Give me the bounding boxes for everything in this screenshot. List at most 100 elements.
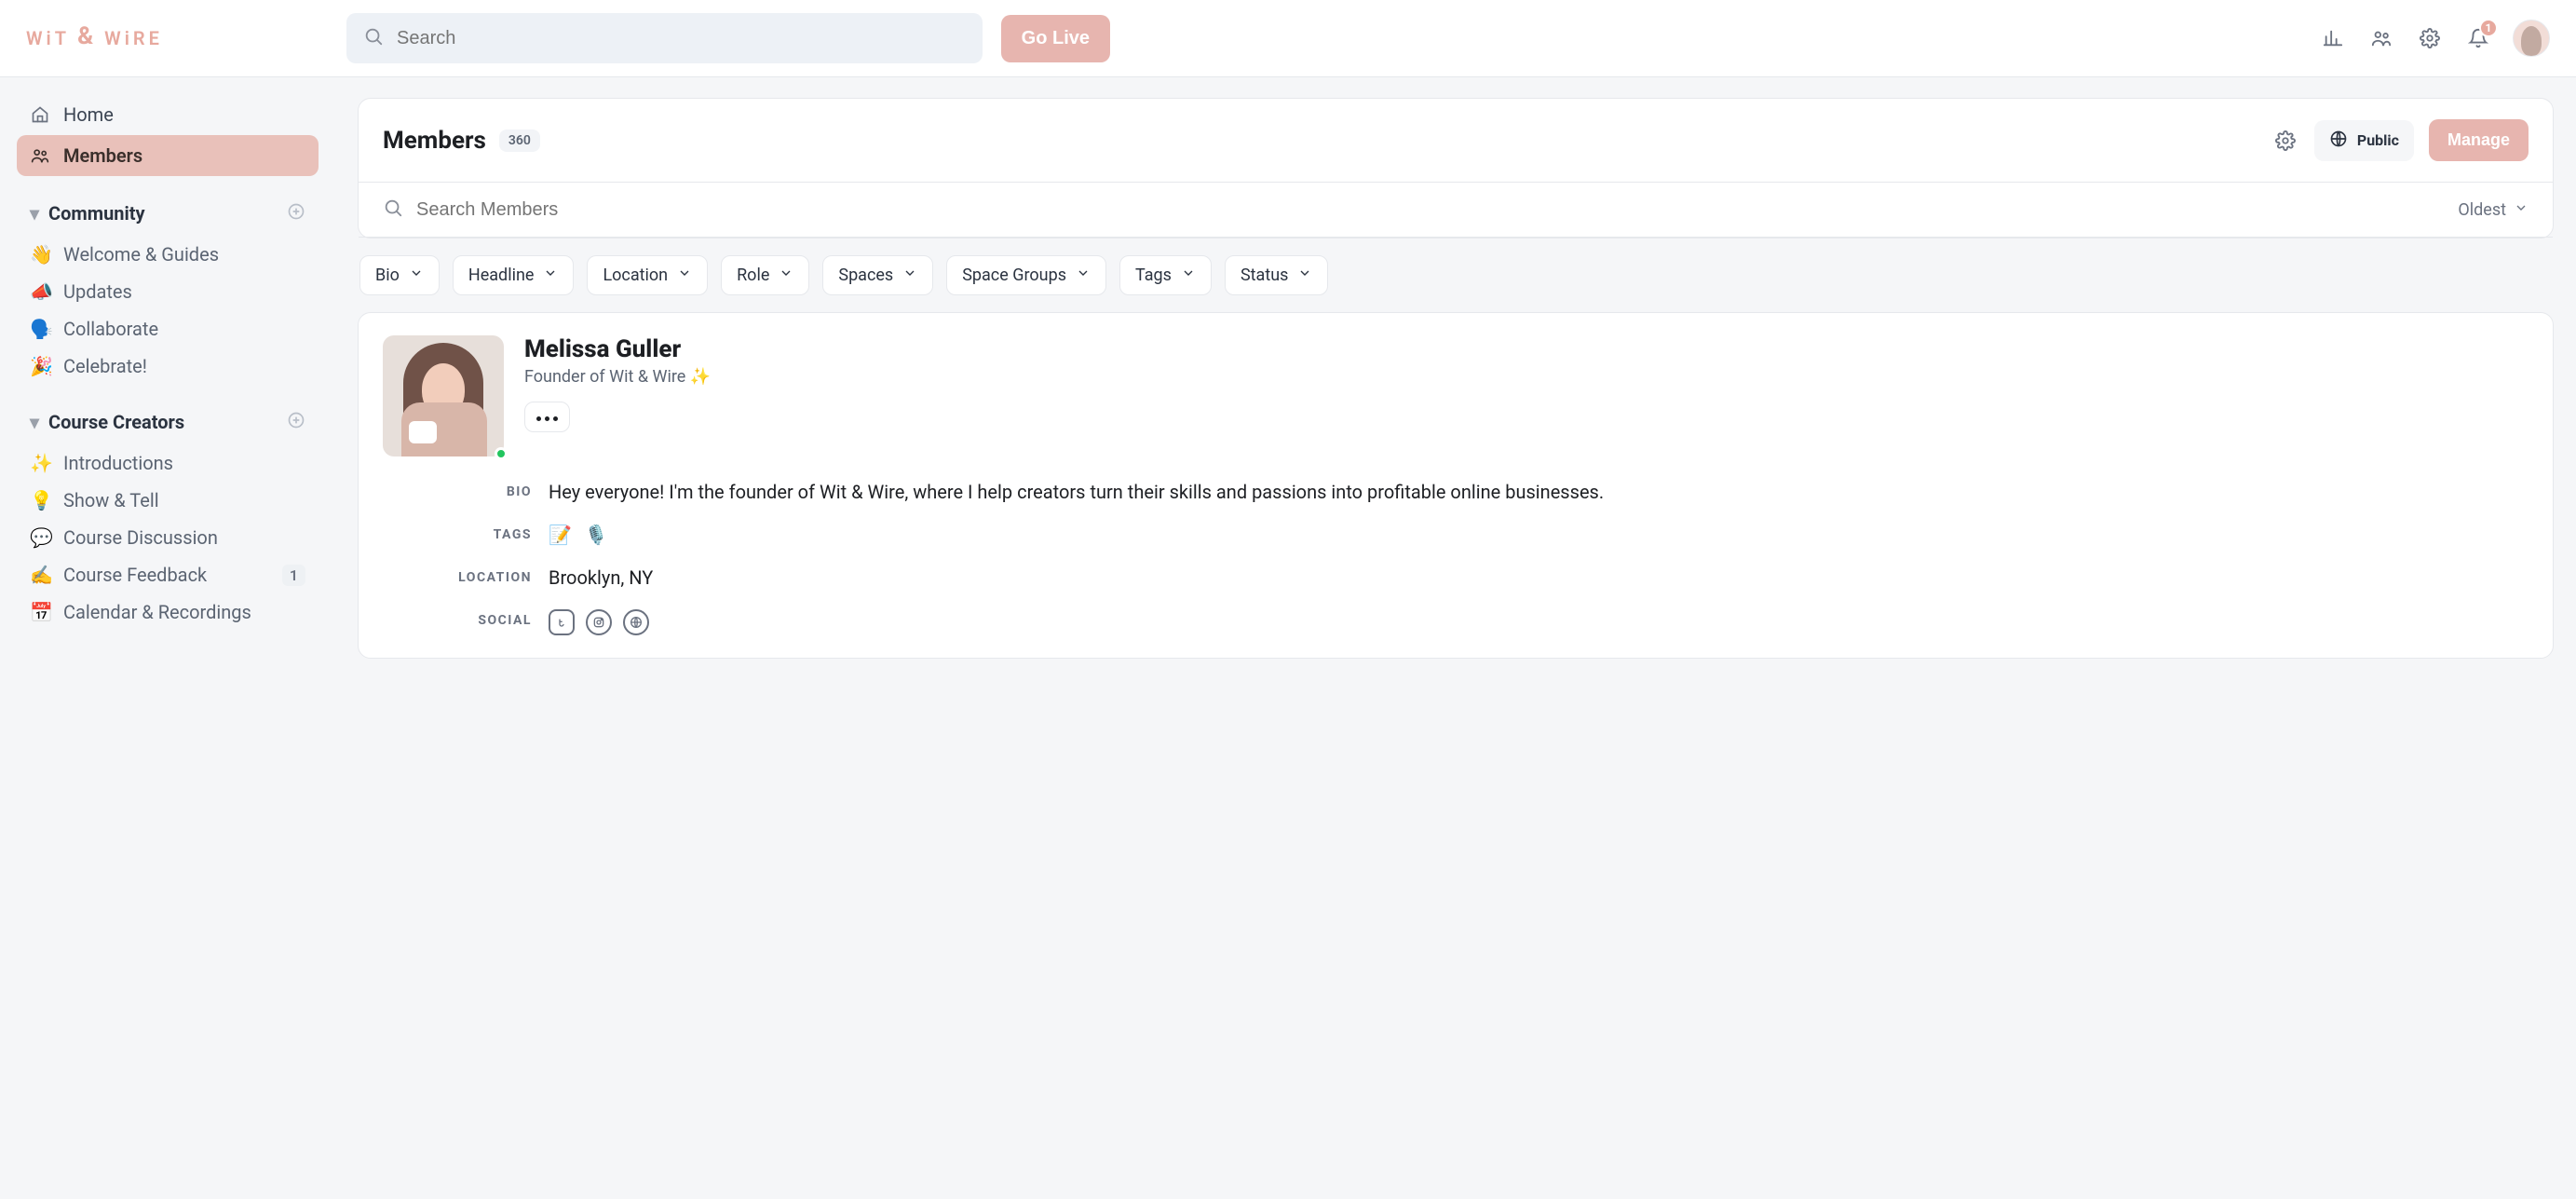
notification-count: 1 — [2479, 19, 2498, 37]
member-tags: 📝 🎙️ — [549, 524, 2529, 546]
online-indicator — [495, 447, 508, 460]
social-icon[interactable] — [549, 609, 575, 635]
filter-role[interactable]: Role — [721, 255, 809, 295]
sidebar-subitem-label: Welcome & Guides — [63, 243, 219, 266]
sidebar-section-title: Community — [48, 202, 145, 225]
sidebar-subitem[interactable]: 📅 Calendar & Recordings — [17, 593, 319, 631]
chevron-down-icon — [1297, 266, 1312, 285]
chevron-down-icon: ▾ — [30, 411, 39, 433]
member-portrait[interactable] — [383, 335, 504, 456]
filter-headline[interactable]: Headline — [453, 255, 575, 295]
member-card: Melissa Guller Founder of Wit & Wire ✨ B… — [358, 312, 2554, 659]
main-content: Members 360 Public Manage — [335, 77, 2576, 1199]
emoji-icon: ✨ — [30, 452, 52, 474]
sidebar-subitem[interactable]: 👋 Welcome & Guides — [17, 236, 319, 273]
filter-label: Location — [603, 266, 668, 285]
chevron-down-icon — [902, 266, 917, 285]
sidebar-item-label: Home — [63, 103, 114, 126]
analytics-icon[interactable] — [2319, 24, 2347, 52]
sidebar-section-title: Course Creators — [48, 411, 184, 433]
avatar[interactable] — [2513, 20, 2550, 57]
chevron-down-icon — [2514, 200, 2529, 220]
members-icon — [30, 146, 50, 165]
sidebar-subitem[interactable]: 💬 Course Discussion — [17, 519, 319, 556]
sidebar-subitem[interactable]: ✨ Introductions — [17, 444, 319, 482]
filter-space-groups[interactable]: Space Groups — [946, 255, 1106, 295]
sidebar-subitem-label: Updates — [63, 280, 132, 303]
brand-logo[interactable]: WiT & WiRE — [26, 24, 324, 52]
emoji-icon: 📅 — [30, 601, 52, 623]
sidebar-subitem[interactable]: 📣Updates — [17, 273, 319, 310]
brand-amp: & — [77, 22, 97, 50]
gear-icon[interactable] — [2416, 24, 2444, 52]
label-tags: TAGS — [383, 524, 532, 546]
label-bio: BIO — [383, 481, 532, 503]
visibility-toggle[interactable]: Public — [2314, 120, 2414, 161]
filter-status[interactable]: Status — [1225, 255, 1328, 295]
member-bio: Hey everyone! I'm the founder of Wit & W… — [549, 481, 2529, 503]
chevron-down-icon — [677, 266, 692, 285]
tag-emoji: 📝 — [549, 524, 572, 546]
sidebar-section-creators[interactable]: ▾ Course Creators — [17, 405, 319, 439]
chevron-down-icon — [1181, 266, 1196, 285]
emoji-icon: 🎉 — [30, 355, 52, 377]
filter-tags[interactable]: Tags — [1119, 255, 1212, 295]
filter-label: Status — [1241, 266, 1288, 285]
global-search[interactable] — [346, 13, 983, 63]
filter-label: Headline — [468, 266, 535, 285]
home-icon — [30, 105, 50, 124]
filter-bio[interactable]: Bio — [359, 255, 440, 295]
filter-label: Tags — [1135, 266, 1172, 285]
label-location: LOCATION — [383, 566, 532, 589]
emoji-icon: 🗣️ — [30, 318, 52, 340]
emoji-icon: 👋 — [30, 243, 52, 266]
sidebar-subitem[interactable]: ✍️Course Feedback1 — [17, 556, 319, 593]
tag-emoji: 🎙️ — [585, 524, 608, 546]
sidebar-subitem[interactable]: 🗣️ Collaborate — [17, 310, 319, 347]
emoji-icon: 💡 — [30, 489, 52, 511]
members-card: Members 360 Public Manage — [358, 98, 2554, 238]
member-social — [549, 609, 2529, 635]
globe-icon — [2329, 129, 2348, 152]
dots-icon — [536, 416, 558, 421]
filter-location[interactable]: Location — [587, 255, 708, 295]
filters-row: Bio Headline Location Role Spaces Space Group… — [358, 238, 2554, 312]
sidebar-section-community[interactable]: ▾ Community — [17, 197, 319, 230]
website-icon[interactable] — [623, 609, 649, 635]
sidebar-item-home[interactable]: Home — [17, 94, 319, 135]
sort-label: Oldest — [2458, 200, 2506, 220]
go-live-button[interactable]: Go Live — [1001, 15, 1110, 62]
manage-button[interactable]: Manage — [2429, 119, 2529, 161]
visibility-label: Public — [2357, 131, 2399, 149]
sidebar-subitem-label: Calendar & Recordings — [63, 601, 251, 623]
search-icon — [383, 198, 403, 222]
filter-label: Space Groups — [962, 266, 1066, 285]
sidebar-subitem-label: Collaborate — [63, 318, 158, 340]
sidebar-item-label: Members — [63, 144, 142, 167]
filter-spaces[interactable]: Spaces — [822, 255, 933, 295]
members-search-input[interactable] — [414, 198, 2447, 222]
plus-icon[interactable] — [287, 411, 305, 433]
emoji-icon: ✍️ — [30, 564, 52, 586]
sidebar-subitem-label: Introductions — [63, 452, 173, 474]
chevron-down-icon — [779, 266, 793, 285]
sidebar-item-members[interactable]: Members — [17, 135, 319, 176]
chevron-down-icon: ▾ — [30, 202, 39, 225]
more-menu-button[interactable] — [524, 402, 570, 432]
sidebar-subitem[interactable]: 💡Show & Tell — [17, 482, 319, 519]
emoji-icon: 💬 — [30, 526, 52, 549]
sidebar-subitem-label: Course Discussion — [63, 526, 218, 549]
search-input[interactable] — [395, 27, 966, 50]
chevron-down-icon — [1076, 266, 1091, 285]
page-title: Members — [383, 127, 486, 155]
plus-icon[interactable] — [287, 202, 305, 225]
instagram-icon[interactable] — [586, 609, 612, 635]
search-icon — [363, 26, 384, 50]
sidebar-subitem[interactable]: 🎉Celebrate! — [17, 347, 319, 385]
people-icon[interactable] — [2367, 24, 2395, 52]
sort-select[interactable]: Oldest — [2458, 200, 2529, 220]
top-actions: 1 — [2319, 20, 2550, 57]
chevron-down-icon — [409, 266, 424, 285]
gear-icon[interactable] — [2271, 127, 2299, 155]
member-location: Brooklyn, NY — [549, 566, 2529, 589]
